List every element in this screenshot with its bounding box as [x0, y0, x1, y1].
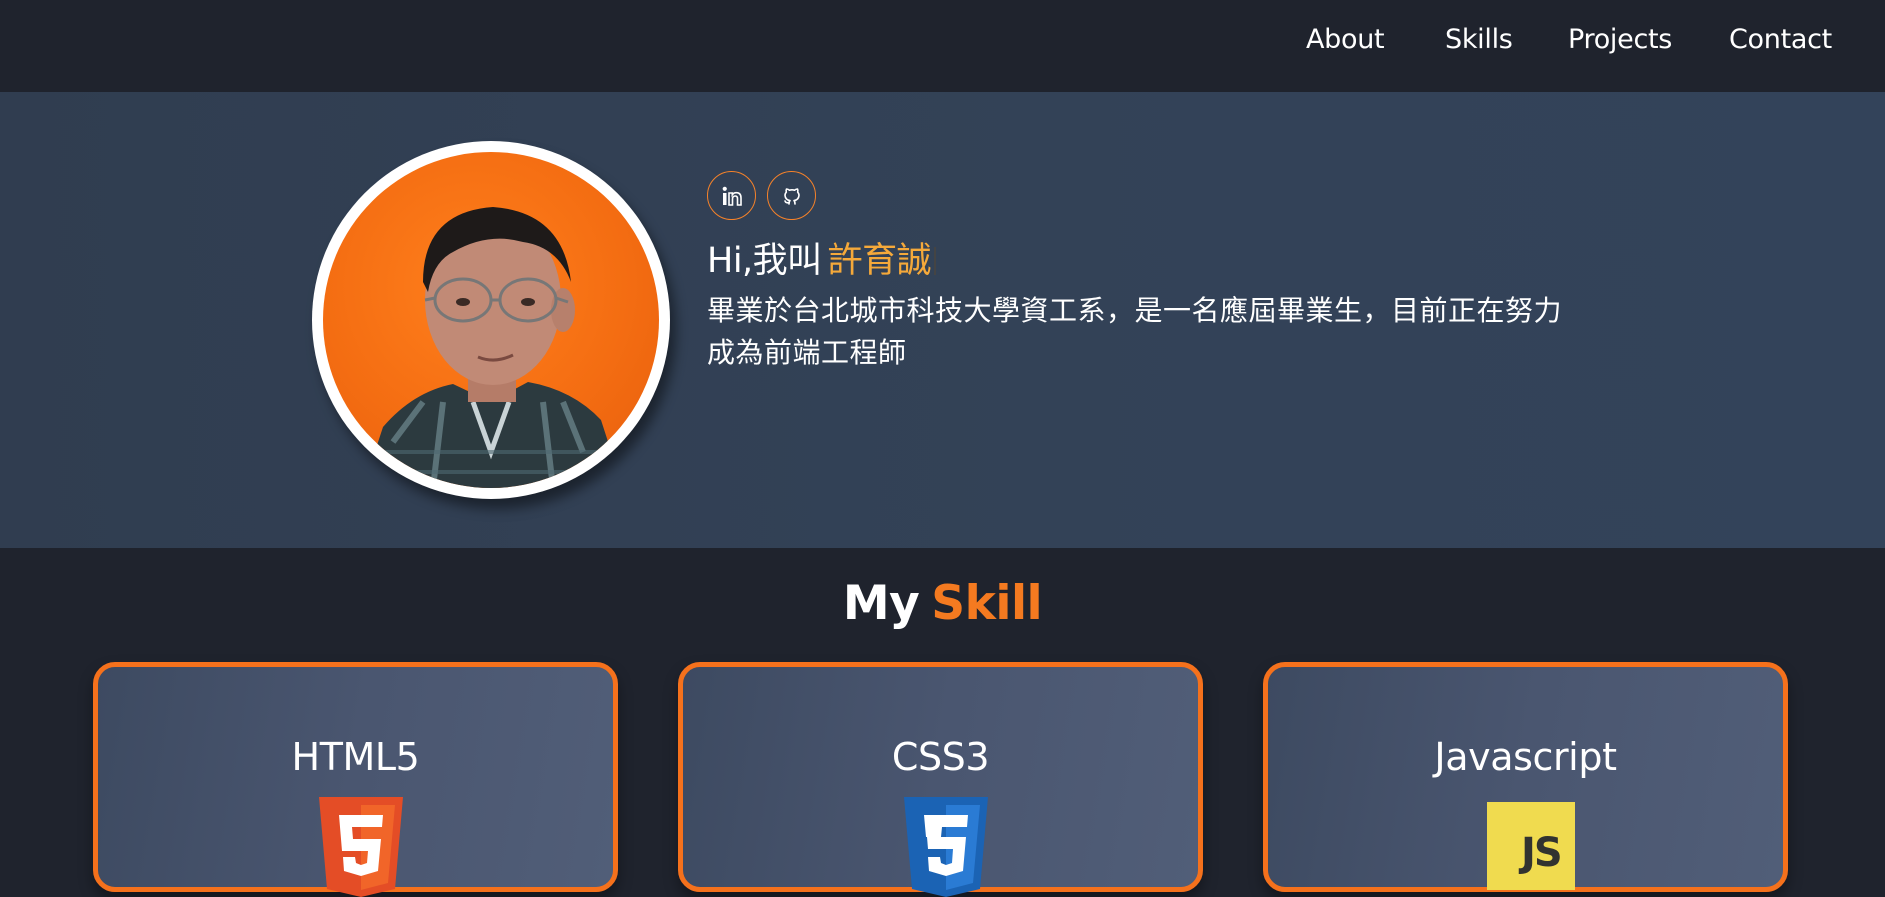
html5-icon	[319, 797, 403, 897]
github-button[interactable]	[767, 171, 816, 220]
skill-card-css3: CSS3	[678, 662, 1203, 897]
hero-name: 許育誠	[827, 241, 932, 281]
skill-card-javascript: Javascript JS	[1263, 662, 1788, 892]
css3-icon	[904, 797, 988, 897]
hero-greeting: Hi,我叫 許育誠	[707, 232, 937, 283]
skills-title-highlight: Skill	[931, 576, 1043, 631]
skill-card-title: CSS3	[891, 735, 990, 779]
javascript-icon-text: JS	[1521, 830, 1563, 876]
linkedin-button[interactable]	[707, 171, 756, 220]
javascript-icon: JS	[1487, 802, 1575, 890]
skill-card-title: Javascript	[1434, 735, 1617, 779]
skills-title-prefix: My	[842, 576, 920, 631]
hero-intro-text: 畢業於台北城市科技大學資工系，是一名應屆畢業生，目前正在努力成為前端工程師	[707, 294, 1563, 369]
linkedin-icon	[722, 186, 742, 206]
nav-link-about[interactable]: About	[1306, 24, 1385, 55]
typing-cursor	[934, 247, 937, 275]
greeting-prefix: Hi,我叫	[707, 241, 822, 281]
nav-link-projects[interactable]: Projects	[1568, 24, 1672, 55]
skill-card-title: HTML5	[291, 735, 420, 779]
skill-card-html5: HTML5	[93, 662, 618, 897]
top-navbar: About Skills Projects Contact	[0, 0, 1885, 92]
nav-link-contact[interactable]: Contact	[1729, 24, 1832, 55]
avatar	[312, 141, 670, 499]
profile-photo	[323, 152, 659, 488]
skills-section-title: My Skill	[0, 576, 1885, 631]
nav-link-skills[interactable]: Skills	[1445, 24, 1513, 55]
github-icon	[783, 187, 800, 205]
